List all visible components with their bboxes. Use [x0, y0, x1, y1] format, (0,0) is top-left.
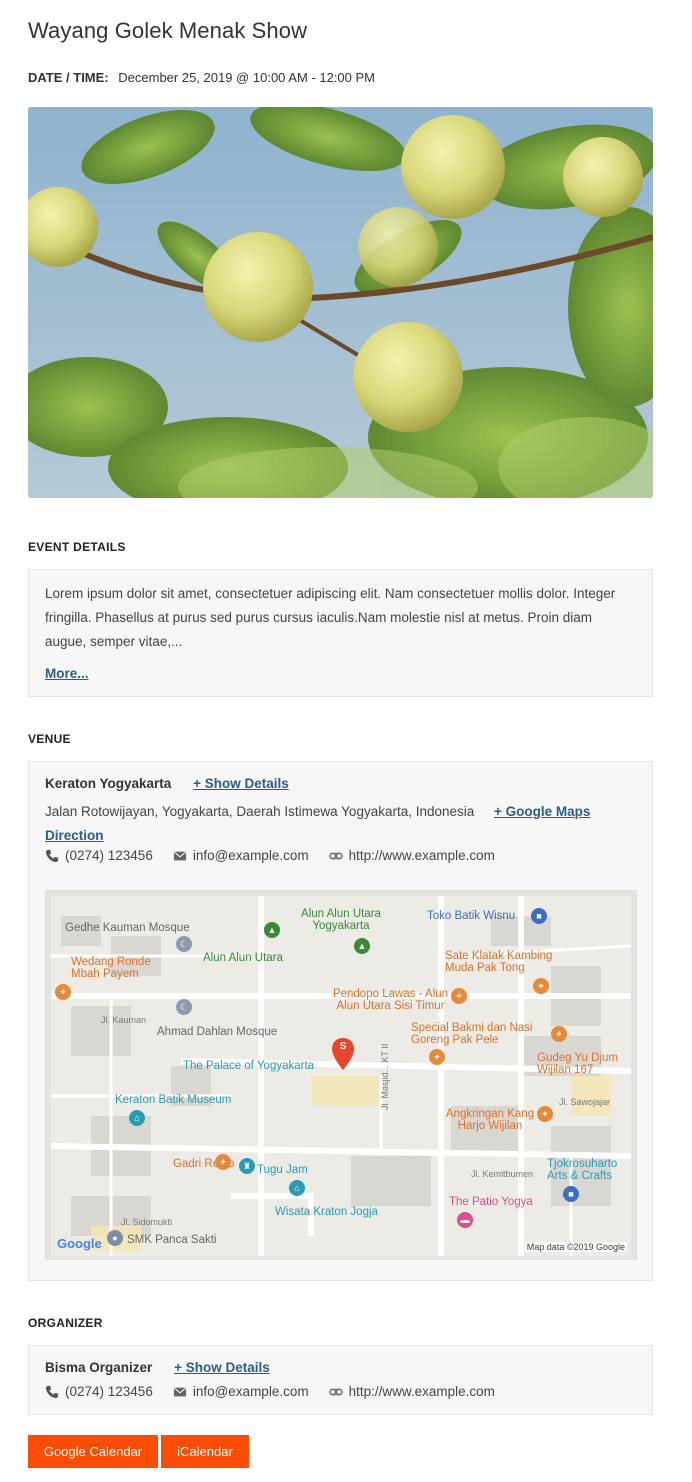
map-label-smk: SMK Panca Sakti — [127, 1234, 217, 1246]
venue-heading: VENUE — [28, 732, 71, 746]
event-photo — [28, 107, 653, 498]
park-icon: ▲ — [354, 938, 370, 954]
map-label-alun-utara: Alun Alun Utara — [203, 952, 283, 964]
map-label-palace: The Palace of Yogyakarta — [183, 1060, 315, 1072]
map-label-wisata: Wisata Kraton Jogja — [275, 1206, 378, 1218]
museum-icon: ⌂ — [129, 1110, 145, 1126]
phone-icon — [45, 849, 59, 862]
map-label-tjokro: Tjokrosuharto Arts & Crafts — [547, 1158, 618, 1182]
park-icon: ▲ — [264, 922, 280, 938]
restaurant-icon: ✦ — [55, 984, 71, 1000]
venue-website-text: http://www.example.com — [348, 848, 495, 863]
google-logo: Google — [57, 1236, 102, 1251]
venue-box: Keraton Yogyakarta + Show Details Jalan … — [28, 761, 653, 1281]
school-icon: ● — [107, 1230, 123, 1246]
map-attribution: Map data ©2019 Google — [524, 1242, 627, 1252]
map-label-gudeg: Gudeg Yu Djum Wijilan 167 — [537, 1052, 618, 1076]
venue-phone: (0274) 123456 — [45, 848, 153, 863]
mail-icon — [173, 1386, 187, 1396]
hotel-icon: ▬ — [457, 1212, 473, 1228]
event-datetime: DATE / TIME: December 25, 2019 @ 10:00 A… — [28, 70, 375, 85]
organizer-email: info@example.com — [173, 1384, 309, 1399]
organizer-show-details-link[interactable]: + Show Details — [174, 1360, 270, 1375]
event-title: Wayang Golek Menak Show — [28, 18, 308, 43]
organizer-name: Bisma Organizer — [45, 1360, 153, 1375]
restaurant-icon: ✦ — [451, 988, 467, 1004]
more-link[interactable]: More... — [45, 666, 89, 681]
organizer-website-text: http://www.example.com — [348, 1384, 495, 1399]
venue-name: Keraton Yogyakarta — [45, 776, 172, 791]
map-label-sawojajar: Jl. Sawojajar — [559, 1097, 611, 1107]
icalendar-button[interactable]: iCalendar — [161, 1435, 249, 1468]
map-label-tugu: Tugu Jam — [257, 1164, 308, 1176]
venue-email-text: info@example.com — [192, 848, 309, 863]
museum-icon: ⌂ — [289, 1180, 305, 1196]
venue-phone-text: (0274) 123456 — [65, 848, 153, 863]
landmark-icon: ♜ — [239, 1158, 255, 1174]
restaurant-icon: ✦ — [537, 1106, 553, 1122]
map-label-kauman-street: Jl. Kauman — [101, 1015, 147, 1025]
organizer-heading: ORGANIZER — [28, 1316, 103, 1330]
mail-icon — [173, 850, 187, 860]
map-label-sate: Sate Klatak Kambing Muda Pak Tong — [445, 950, 553, 974]
map-label-angkringan: Angkringan Kang Harjo Wijilan — [445, 1108, 535, 1132]
datetime-label: DATE / TIME: — [28, 70, 109, 85]
map-label-masjid-kt: Jl. Masjid... KT II — [380, 1043, 390, 1110]
venue-map[interactable]: Gedhe Kauman Mosque ☾ Alun Alun Utara Yo… — [45, 890, 637, 1260]
shopping-icon: ■ — [563, 1186, 579, 1202]
organizer-phone: (0274) 123456 — [45, 1384, 153, 1399]
event-description: Lorem ipsum dolor sit amet, consectetuer… — [45, 586, 616, 649]
google-calendar-button[interactable]: Google Calendar — [28, 1435, 158, 1468]
datetime-value: December 25, 2019 @ 10:00 AM - 12:00 PM — [118, 70, 375, 85]
organizer-phone-text: (0274) 123456 — [65, 1384, 153, 1399]
mosque-icon: ☾ — [176, 936, 192, 952]
map-label-kemitbumen: Jl. Kemitbumen — [471, 1169, 534, 1179]
map-label-patio: The Patio Yogya — [449, 1196, 533, 1208]
organizer-website: http://www.example.com — [328, 1384, 495, 1399]
shopping-icon: ■ — [531, 908, 547, 924]
venue-show-details-link[interactable]: + Show Details — [193, 776, 289, 791]
phone-icon — [45, 1385, 59, 1398]
map-label-wedang: Wedang Ronde Mbah Payem — [71, 956, 151, 980]
restaurant-icon: ✦ — [551, 1026, 567, 1042]
map-label-bakmi: Special Bakmi dan Nasi Goreng Pak Pele — [411, 1022, 533, 1046]
venue-marker-icon[interactable]: S — [332, 1038, 354, 1070]
venue-website: http://www.example.com — [328, 848, 495, 863]
map-label-sidomukti: Jl. Sidomukti — [121, 1217, 173, 1227]
link-icon — [328, 852, 343, 859]
map-label-ahmad: Ahmad Dahlan Mosque — [157, 1026, 278, 1038]
link-icon — [328, 1388, 343, 1395]
event-details-box: Lorem ipsum dolor sit amet, consectetuer… — [28, 569, 653, 697]
restaurant-icon: ✦ — [533, 978, 549, 994]
venue-marker-letter: S — [339, 1041, 347, 1052]
mosque-icon: ☾ — [176, 999, 192, 1015]
map-label-gedhe: Gedhe Kauman Mosque — [65, 922, 190, 934]
organizer-email-text: info@example.com — [192, 1384, 309, 1399]
organizer-box: Bisma Organizer + Show Details (0274) 12… — [28, 1345, 653, 1415]
venue-address: Jalan Rotowijayan, Yogyakarta, Daerah Is… — [45, 804, 475, 819]
map-label-alun-utara-yogyakarta: Alun Alun Utara Yogyakarta — [301, 908, 381, 932]
event-details-heading: EVENT DETAILS — [28, 540, 126, 554]
venue-email: info@example.com — [173, 848, 309, 863]
restaurant-icon: ✦ — [215, 1154, 231, 1170]
map-label-pendopo: Pendopo Lawas - Alun Alun Utara Sisi Tim… — [332, 988, 449, 1012]
map-label-toko-batik: Toko Batik Wisnu — [427, 910, 516, 922]
restaurant-icon: ✦ — [429, 1049, 445, 1065]
map-label-keraton-batik: Keraton Batik Museum — [115, 1094, 232, 1106]
